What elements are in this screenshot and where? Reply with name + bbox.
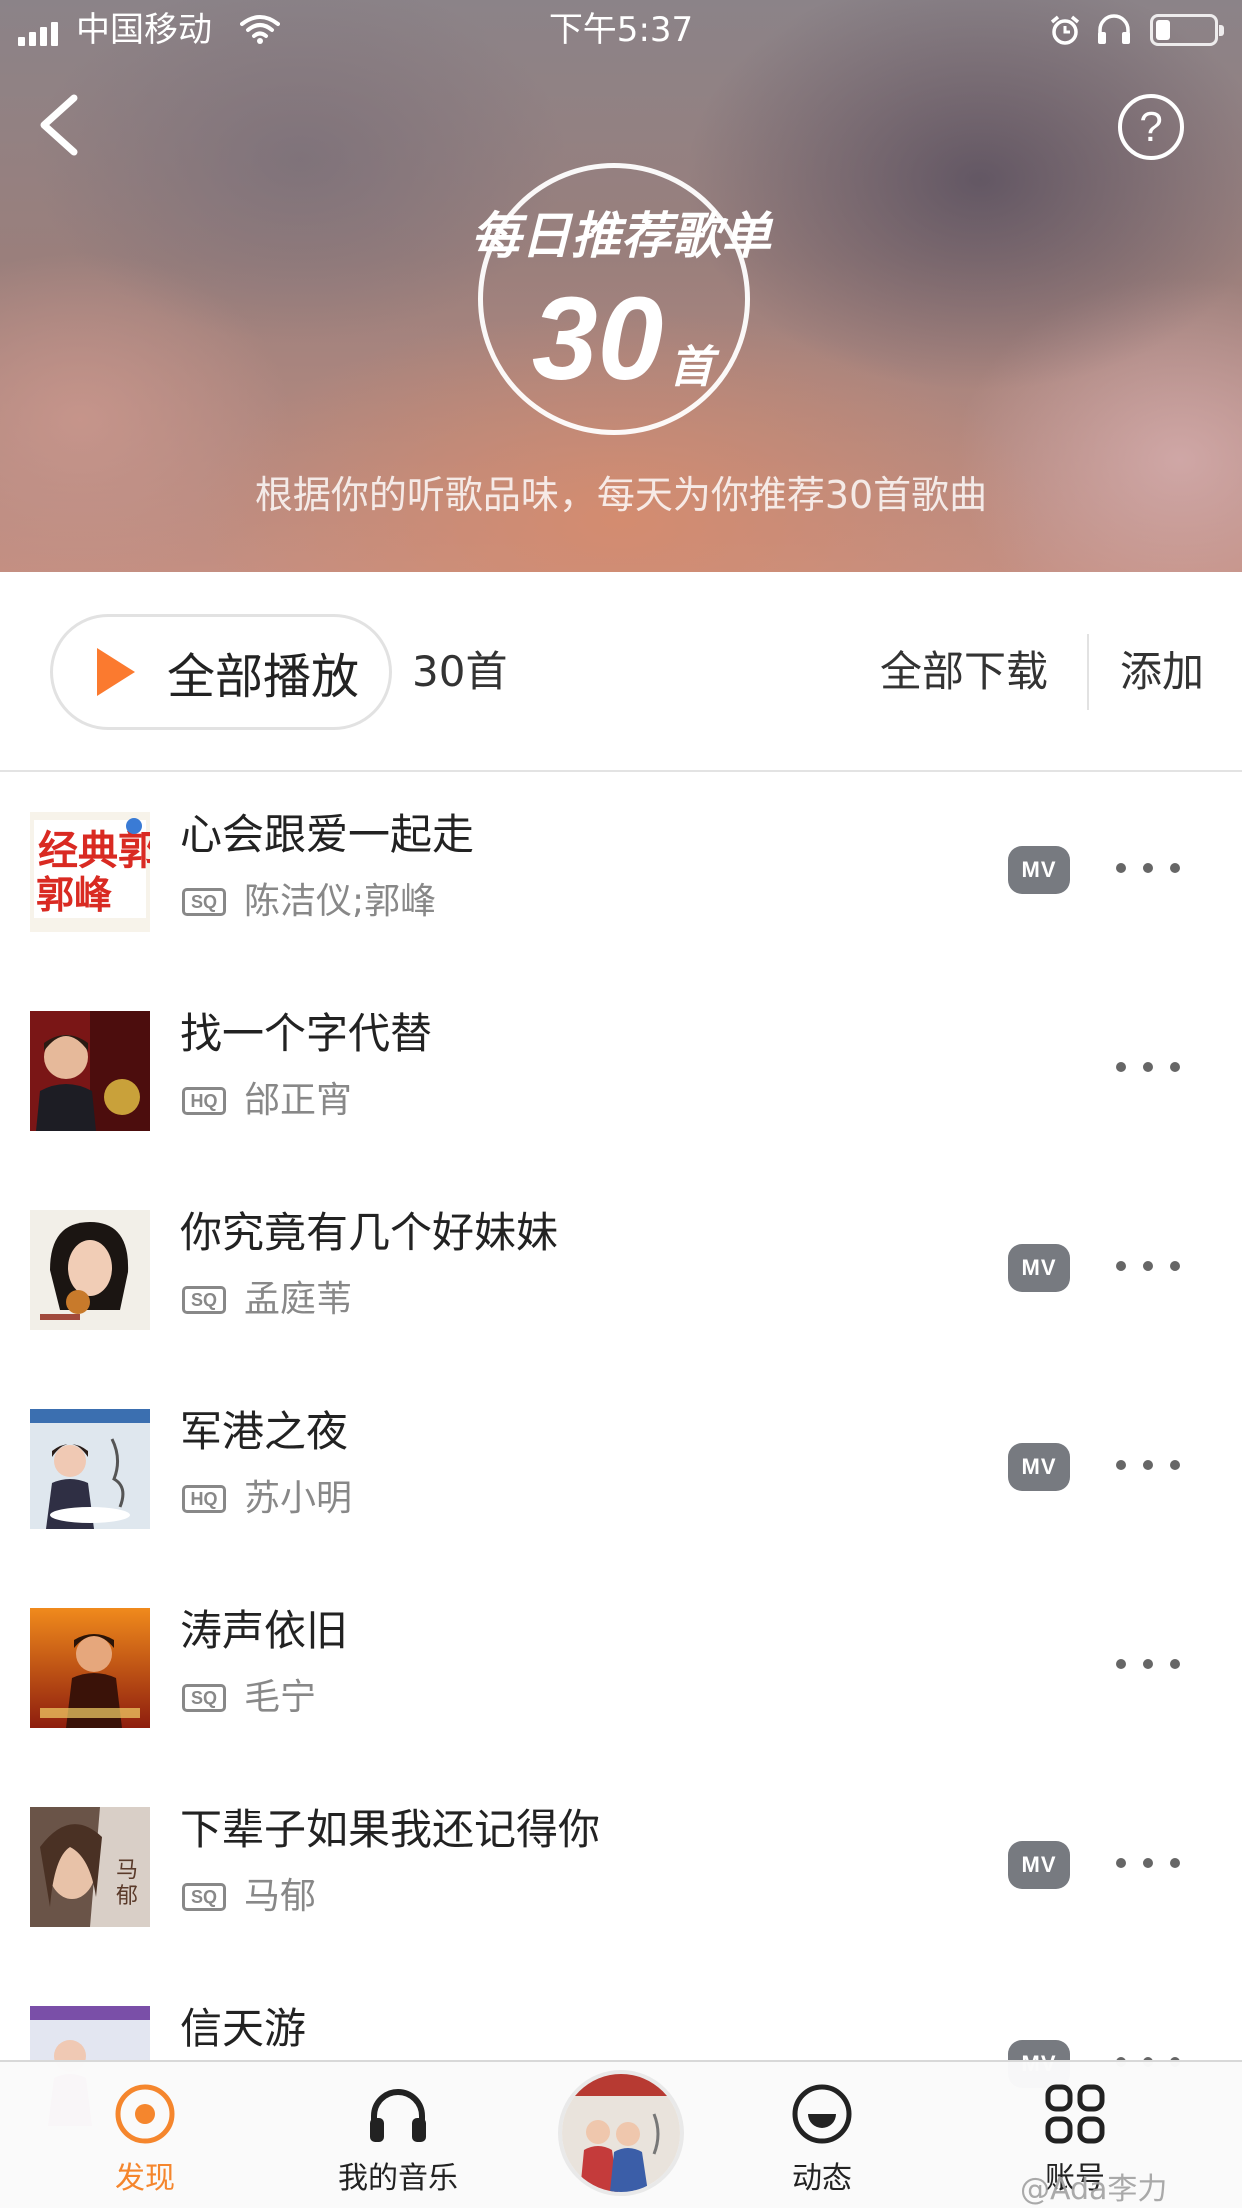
album-cover[interactable]: 经典郭峰 郭峰 <box>30 812 150 932</box>
song-artist: 马郁 <box>244 1876 317 1917</box>
tab-label: 我的音乐 <box>338 2161 458 2196</box>
cover-text: 经典郭峰 <box>38 828 150 874</box>
header-subtitle: 根据你的听歌品味，每天为你推荐30首歌曲 <box>254 473 988 517</box>
status-bar: 中国移动 下午5:37 <box>0 0 1242 60</box>
badge-count-unit: 首 <box>669 342 714 393</box>
mv-button[interactable]: MV <box>1008 1841 1070 1889</box>
song-title: 你究竟有几个好妹妹 <box>180 1208 559 1257</box>
song-artist: 苏小明 <box>244 1478 353 1519</box>
mv-button[interactable]: MV <box>1008 1443 1070 1491</box>
headphones-icon <box>370 2089 426 2142</box>
svg-text:郁: 郁 <box>116 1884 138 1909</box>
song-row[interactable]: 找一个字代替 HQ 邰正宵 <box>0 971 1242 1170</box>
tab-my-music[interactable]: 我的音乐 <box>298 2062 498 2208</box>
more-options-icon[interactable] <box>1116 1851 1180 1875</box>
tab-label: 发现 <box>115 2161 175 2196</box>
song-row[interactable]: 涛声依旧 SQ 毛宁 <box>0 1568 1242 1767</box>
watermark: @Ada李力 <box>1020 2172 1168 2207</box>
badge-title: 每日推荐歌单 <box>471 207 771 265</box>
daily-recommend-header: 中国移动 下午5:37 ? 每日推荐歌单 30 首 根据你的听歌品味，每天为你推 <box>0 0 1242 572</box>
play-icon <box>97 648 135 696</box>
album-cover[interactable] <box>30 1210 150 1330</box>
song-title: 涛声依旧 <box>180 1606 349 1655</box>
song-title: 找一个字代替 <box>180 1009 433 1058</box>
album-cover[interactable] <box>30 1409 150 1529</box>
song-row[interactable]: 你究竟有几个好妹妹 SQ 孟庭苇 MV <box>0 1170 1242 1369</box>
song-row[interactable]: 经典郭峰 郭峰 心会跟爱一起走 SQ 陈洁仪;郭峰 MV <box>0 772 1242 971</box>
battery-level <box>1156 20 1170 40</box>
song-row[interactable]: 军港之夜 HQ 苏小明 MV <box>0 1369 1242 1568</box>
play-all-button[interactable]: 全部播放 <box>50 614 392 730</box>
song-count: 30首 <box>412 647 508 696</box>
song-artist: 孟庭苇 <box>244 1279 353 1320</box>
mv-button[interactable]: MV <box>1008 846 1070 894</box>
tab-feed[interactable]: 动态 <box>722 2062 922 2208</box>
battery-icon <box>1150 14 1224 46</box>
quality-badge: SQ <box>182 1684 226 1712</box>
song-artist: 邰正宵 <box>244 1080 353 1121</box>
tab-label: 动态 <box>792 2161 852 2196</box>
song-title: 心会跟爱一起走 <box>180 810 475 859</box>
discover-icon <box>115 2084 175 2144</box>
quality-badge: HQ <box>182 1485 226 1513</box>
song-title: 下辈子如果我还记得你 <box>180 1805 601 1854</box>
more-options-icon[interactable] <box>1116 856 1180 880</box>
song-title: 信天游 <box>180 2004 307 2053</box>
help-button[interactable]: ? <box>1118 94 1184 160</box>
more-options-icon[interactable] <box>1116 1453 1180 1477</box>
album-cover[interactable] <box>30 1608 150 1728</box>
quality-badge: SQ <box>182 1286 226 1314</box>
song-row[interactable]: 马 郁 下辈子如果我还记得你 SQ 马郁 MV <box>0 1767 1242 1966</box>
quality-badge: HQ <box>182 1087 226 1115</box>
svg-text:郭峰: 郭峰 <box>36 873 112 917</box>
mv-button[interactable]: MV <box>1008 1244 1070 1292</box>
svg-text:马: 马 <box>116 1858 138 1883</box>
badge-count-number: 30 <box>532 273 664 405</box>
grid-icon <box>1045 2084 1105 2144</box>
headphones-status-icon <box>1098 14 1130 44</box>
more-options-icon[interactable] <box>1116 1254 1180 1278</box>
album-cover[interactable]: 马 郁 <box>30 1807 150 1927</box>
list-toolbar: 全部播放 30首 全部下载 添加 <box>0 572 1242 772</box>
badge-count: 30 首 <box>532 268 713 398</box>
now-playing-disc[interactable] <box>558 2070 684 2196</box>
quality-badge: SQ <box>182 888 226 916</box>
more-options-icon[interactable] <box>1116 1652 1180 1676</box>
play-all-label: 全部播放 <box>167 649 360 705</box>
toolbar-divider <box>1087 634 1089 710</box>
feed-icon <box>792 2084 852 2144</box>
tab-discover[interactable]: 发现 <box>45 2062 245 2208</box>
song-artist: 陈洁仪;郭峰 <box>244 881 437 922</box>
more-options-icon[interactable] <box>1116 1055 1180 1079</box>
song-title: 军港之夜 <box>180 1407 349 1456</box>
back-button[interactable] <box>30 90 90 160</box>
alarm-icon <box>1050 15 1080 45</box>
song-artist: 毛宁 <box>244 1677 317 1718</box>
album-cover[interactable] <box>30 1011 150 1131</box>
add-button[interactable]: 添加 <box>1120 646 1204 698</box>
quality-badge: SQ <box>182 1883 226 1911</box>
download-all-button[interactable]: 全部下载 <box>880 646 1048 698</box>
